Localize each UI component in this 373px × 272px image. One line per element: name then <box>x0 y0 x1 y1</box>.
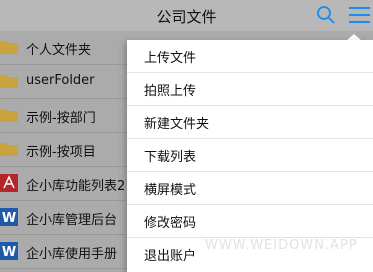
file-name: 企小库管理后台 <box>26 213 118 228</box>
folder-icon <box>0 41 18 54</box>
menu-item-photo-upload[interactable]: 拍照上传 <box>127 73 373 106</box>
file-name: userFolder <box>26 73 95 88</box>
menu-item-label: 退出账户 <box>144 249 197 264</box>
menu-item-download-list[interactable]: 下载列表 <box>127 139 373 172</box>
menu-item-label: 新建文件夹 <box>144 117 210 132</box>
folder-icon <box>0 75 18 88</box>
menu-item-label: 上传文件 <box>144 51 197 66</box>
menu-item-label: 拍照上传 <box>144 84 197 99</box>
pdf-icon <box>0 174 18 192</box>
word-icon: W <box>0 208 18 226</box>
file-name: 个人文件夹 <box>26 43 92 58</box>
menu-item-label: 修改密码 <box>144 216 197 231</box>
word-icon: W <box>0 242 18 260</box>
menu-item-new-folder[interactable]: 新建文件夹 <box>127 106 373 139</box>
menu-item-upload-file[interactable]: 上传文件 <box>127 40 373 73</box>
file-name: 企小库功能列表2 <box>26 179 126 194</box>
menu-item-label: 横屏模式 <box>144 183 197 198</box>
menu-item-landscape-mode[interactable]: 横屏模式 <box>127 172 373 205</box>
watermark: WWW.WEIDOWN.APP <box>205 238 358 253</box>
top-nav-bar: 公司文件 <box>0 0 373 31</box>
svg-text:W: W <box>2 245 16 260</box>
file-name: 企小库使用手册 <box>26 247 118 262</box>
search-icon[interactable] <box>316 5 336 25</box>
folder-icon <box>0 143 18 156</box>
file-name: 示例-按项目 <box>26 145 96 160</box>
app-screen: 公司文件 个人文件夹 userFolder 示例-按部门 示例-按项目 企小库功… <box>0 0 373 272</box>
menu-item-label: 下载列表 <box>144 150 197 165</box>
folder-icon <box>0 109 18 122</box>
svg-text:W: W <box>2 211 16 226</box>
menu-item-change-password[interactable]: 修改密码 <box>127 205 373 238</box>
hamburger-menu-icon[interactable] <box>349 6 370 24</box>
file-name: 示例-按部门 <box>26 111 96 126</box>
